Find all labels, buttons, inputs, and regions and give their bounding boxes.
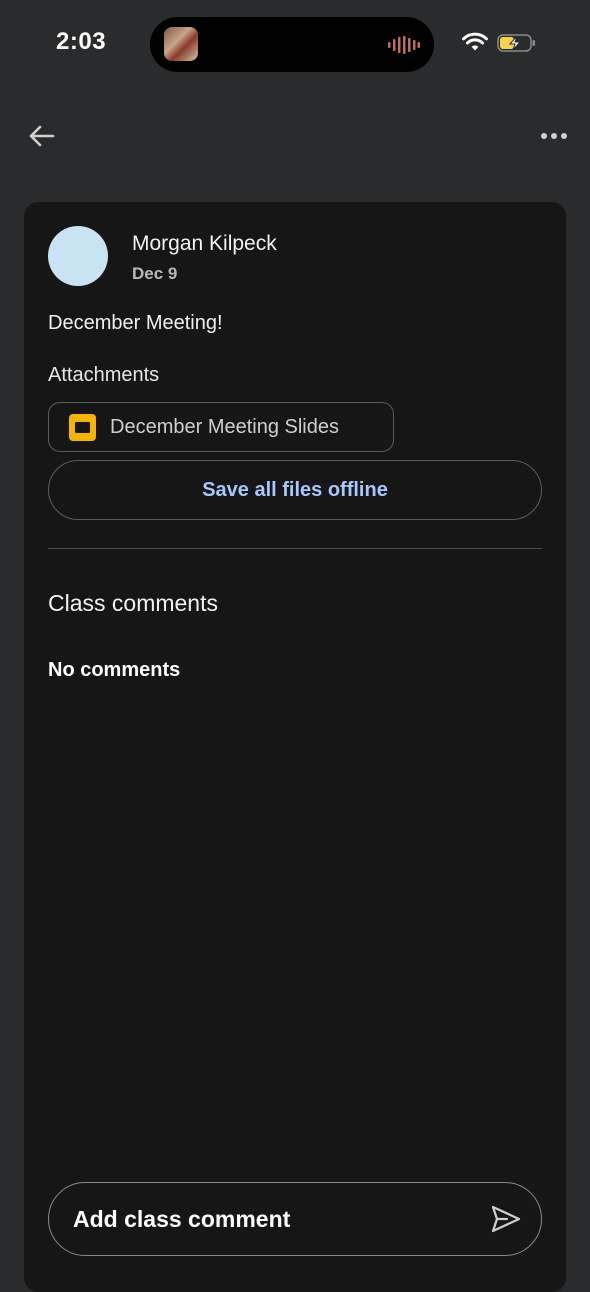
arrow-left-icon [29,125,55,147]
google-slides-icon [69,414,96,441]
audio-waveform-icon [388,36,420,54]
class-comments-heading: Class comments [48,590,218,616]
avatar[interactable] [48,226,108,286]
post-card: Morgan Kilpeck Dec 9 December Meeting! A… [24,202,566,1292]
more-options-button[interactable] [538,124,570,148]
battery-charging-icon [497,34,535,52]
back-button[interactable] [26,120,58,152]
empty-comments-text: No comments [48,659,181,681]
attachment-chip[interactable]: December Meeting Slides [48,402,394,452]
post-text: December Meeting! [48,312,223,334]
save-offline-button[interactable]: Save all files offline [48,460,542,520]
dynamic-island[interactable] [150,17,434,72]
add-comment-field[interactable]: Add class comment [48,1182,542,1256]
more-horizontal-icon [541,133,567,139]
send-icon[interactable] [491,1205,521,1233]
status-time: 2:03 [56,28,107,55]
author-name: Morgan Kilpeck [132,232,277,255]
attachments-heading: Attachments [48,364,160,386]
now-playing-artwork [164,27,198,61]
post-date: Dec 9 [132,264,178,283]
divider [48,548,542,549]
wifi-icon [462,32,488,51]
attachment-name: December Meeting Slides [110,416,339,438]
comment-placeholder[interactable]: Add class comment [73,1206,290,1233]
